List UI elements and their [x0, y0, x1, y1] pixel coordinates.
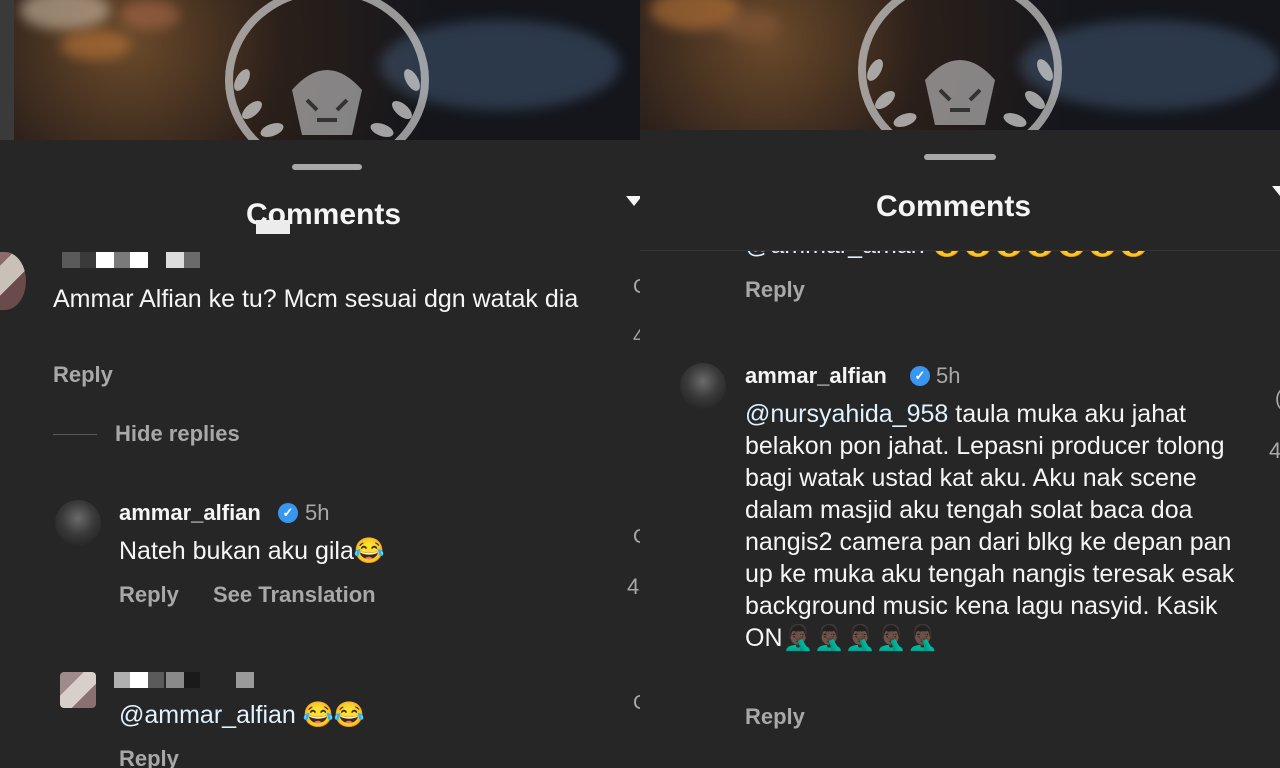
- comment-text: @ammar_alfian 😂😂: [119, 699, 365, 731]
- verified-badge-icon: ✓: [278, 503, 298, 523]
- like-count-partial: 4: [627, 574, 640, 599]
- avatar[interactable]: [680, 363, 726, 409]
- left-screenshot: Comments Ammar Alfian ke tu? Mcm sesuai …: [0, 0, 640, 768]
- like-icon-partial[interactable]: C: [633, 692, 640, 715]
- comments-sheet: Comments Ammar Alfian ke tu? Mcm sesuai …: [0, 140, 640, 768]
- verified-badge-icon: ✓: [910, 366, 930, 386]
- reply-button[interactable]: Reply: [53, 362, 113, 388]
- timestamp: 5h: [305, 500, 330, 525]
- like-count-partial: 4: [633, 326, 640, 348]
- comment-text: @nursyahida_958 taula muka aku jahat bel…: [745, 398, 1245, 654]
- drag-handle[interactable]: [924, 154, 996, 160]
- see-translation-button[interactable]: See Translation: [213, 582, 376, 608]
- like-count-partial: 4: [1269, 438, 1280, 463]
- comment-text: Ammar Alfian ke tu? Mcm sesuai dgn watak…: [53, 285, 579, 313]
- redacted-block: [256, 220, 290, 234]
- hide-replies-button[interactable]: Hide replies: [115, 421, 240, 447]
- avatar[interactable]: [55, 500, 101, 546]
- avatar[interactable]: [0, 252, 26, 310]
- post-image-banner[interactable]: [0, 0, 640, 140]
- drag-handle[interactable]: [292, 164, 362, 170]
- timestamp: 5h: [936, 363, 961, 388]
- avatar[interactable]: [60, 672, 96, 708]
- reply-button[interactable]: Reply: [745, 704, 805, 730]
- like-icon-partial[interactable]: (: [1275, 388, 1280, 411]
- reply2-text: @ammar_alfian 😂😂: [119, 701, 366, 729]
- like-icon-partial[interactable]: C: [633, 276, 640, 299]
- comment-body: taula muka aku jahat belakon pon jahat. …: [745, 400, 1235, 652]
- reply-button[interactable]: Reply: [745, 277, 805, 303]
- emblem-image: [858, 0, 1062, 130]
- like-icon-partial[interactable]: C: [633, 526, 640, 549]
- hide-replies-line: [53, 434, 97, 435]
- partial-comment-clip: @ammar_aman 😍😍😍😍😍😍😍: [640, 251, 1280, 265]
- partial-comment-text: @ammar_aman 😍😍😍😍😍😍😍: [745, 251, 1149, 261]
- filter-icon[interactable]: [626, 196, 640, 206]
- comment-text: Nateh bukan aku gila😂: [119, 537, 386, 565]
- username[interactable]: ammar_alfian: [745, 363, 887, 389]
- filter-icon[interactable]: [1272, 186, 1280, 196]
- mention-link[interactable]: @nursyahida_958: [745, 400, 948, 428]
- emblem-image: [225, 0, 429, 140]
- sheet-title: Comments: [876, 190, 1032, 223]
- username[interactable]: ammar_alfian: [119, 500, 261, 526]
- reply-button[interactable]: Reply: [119, 582, 179, 608]
- right-screenshot: Comments @ammar_aman 😍😍😍😍😍😍😍 Reply ammar…: [640, 0, 1280, 768]
- post-image-banner[interactable]: [640, 0, 1280, 130]
- reply-button[interactable]: Reply: [119, 746, 179, 768]
- comments-sheet: Comments @ammar_aman 😍😍😍😍😍😍😍 Reply ammar…: [640, 130, 1280, 768]
